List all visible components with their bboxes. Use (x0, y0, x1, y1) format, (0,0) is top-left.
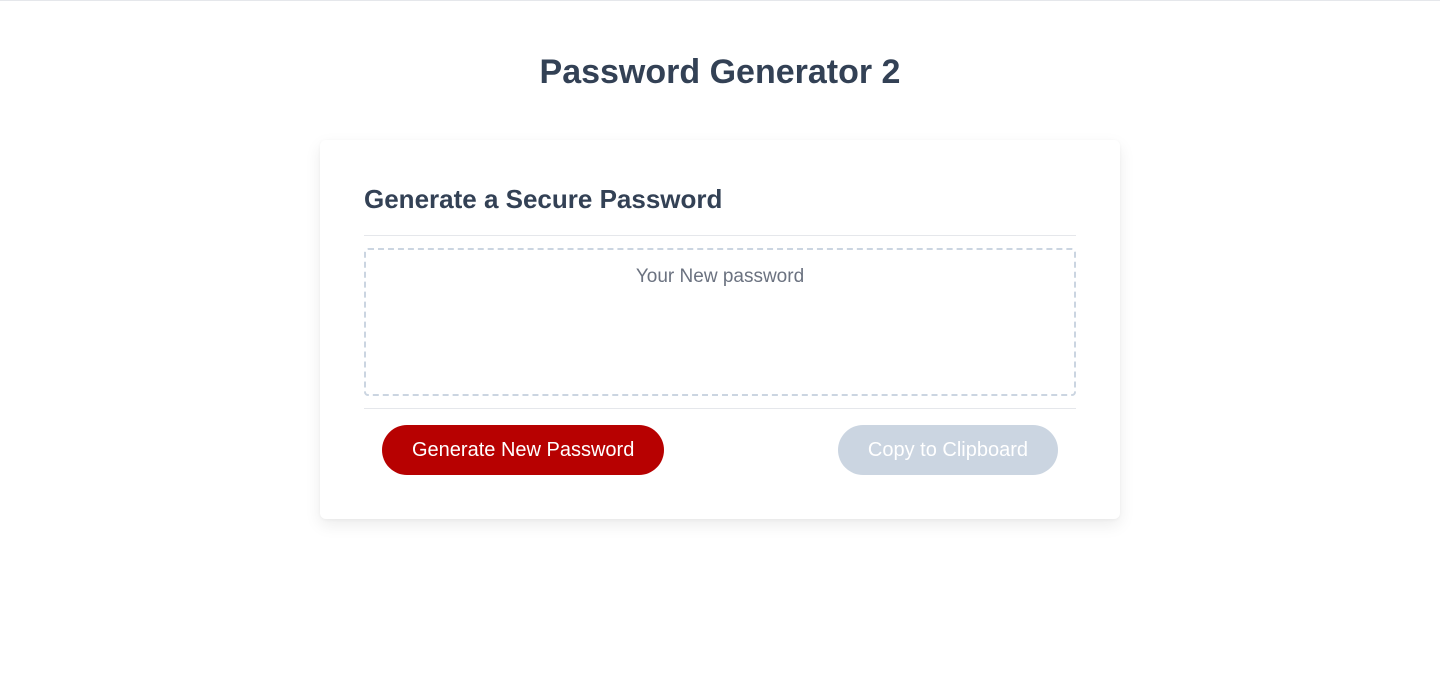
divider-top (364, 235, 1076, 236)
page-title: Password Generator 2 (540, 53, 901, 92)
card-heading: Generate a Secure Password (364, 184, 1076, 215)
copy-button[interactable]: Copy to Clipboard (838, 425, 1058, 475)
app-container: Password Generator 2 Generate a Secure P… (0, 1, 1440, 519)
password-placeholder-text: Your New password (636, 266, 804, 287)
button-row: Generate New Password Copy to Clipboard (364, 409, 1076, 475)
generator-card: Generate a Secure Password Your New pass… (320, 140, 1120, 519)
generate-button[interactable]: Generate New Password (382, 425, 664, 475)
password-output-box: Your New password (364, 248, 1076, 396)
